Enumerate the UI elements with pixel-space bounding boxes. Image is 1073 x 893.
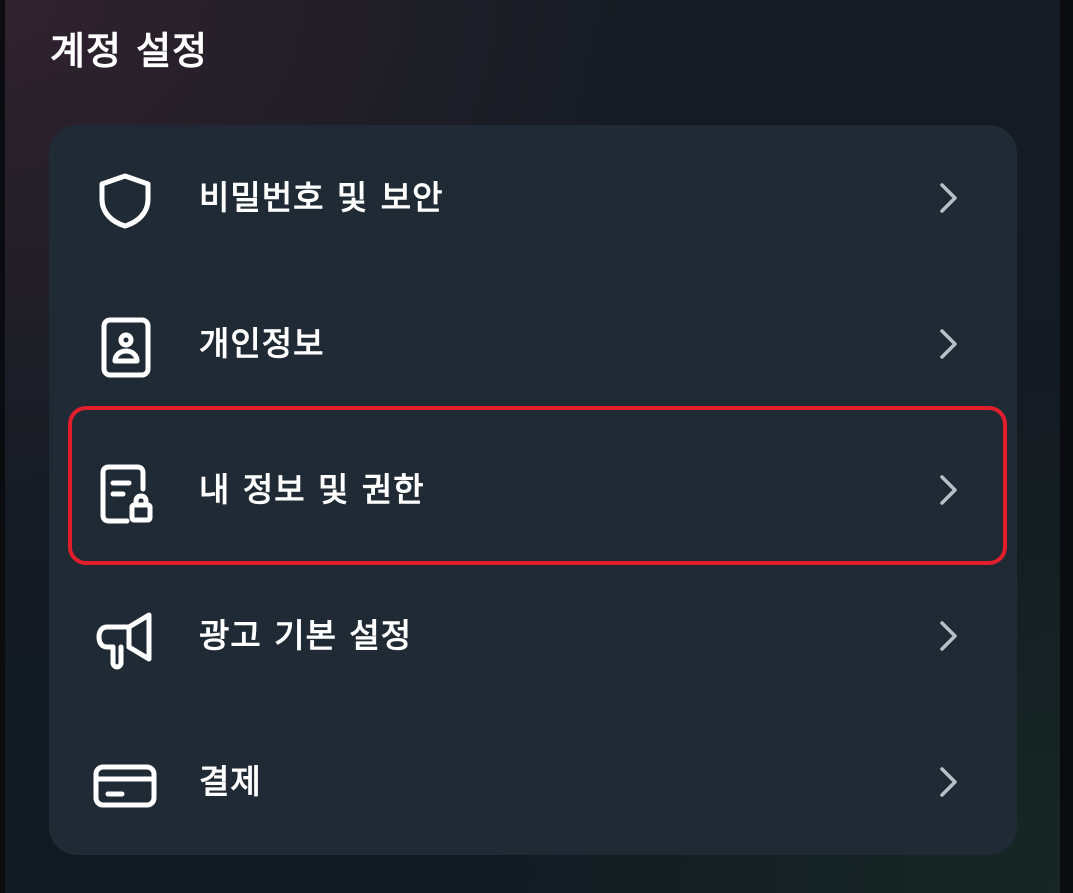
settings-card: 비밀번호 및 보안 개인정보 내 정보 및 권한 광고 기본 설정 결제 bbox=[49, 125, 1017, 855]
menu-item-payments[interactable]: 결제 bbox=[49, 709, 1017, 855]
megaphone-icon bbox=[93, 607, 157, 671]
id-card-icon bbox=[93, 315, 157, 379]
menu-item-label: 결제 bbox=[199, 762, 262, 801]
chevron-right-icon bbox=[931, 327, 965, 361]
shield-icon bbox=[93, 169, 157, 233]
menu-item-personal-info[interactable]: 개인정보 bbox=[49, 271, 1017, 417]
menu-item-ad-preferences[interactable]: 광고 기본 설정 bbox=[49, 563, 1017, 709]
menu-item-password-security[interactable]: 비밀번호 및 보안 bbox=[49, 125, 1017, 271]
menu-item-my-info-permissions[interactable]: 내 정보 및 권한 bbox=[49, 417, 1017, 563]
menu-item-label: 개인정보 bbox=[199, 324, 325, 363]
menu-item-label: 광고 기본 설정 bbox=[199, 616, 413, 655]
chevron-right-icon bbox=[931, 473, 965, 507]
menu-item-label: 내 정보 및 권한 bbox=[199, 470, 425, 509]
menu-item-label: 비밀번호 및 보안 bbox=[199, 178, 444, 217]
chevron-right-icon bbox=[931, 765, 965, 799]
chevron-right-icon bbox=[931, 181, 965, 215]
left-edge bbox=[0, 0, 5, 893]
document-lock-icon bbox=[93, 461, 157, 525]
right-edge bbox=[1060, 0, 1073, 893]
chevron-right-icon bbox=[931, 619, 965, 653]
credit-card-icon bbox=[93, 753, 157, 817]
page-title: 계정 설정 bbox=[50, 29, 209, 73]
